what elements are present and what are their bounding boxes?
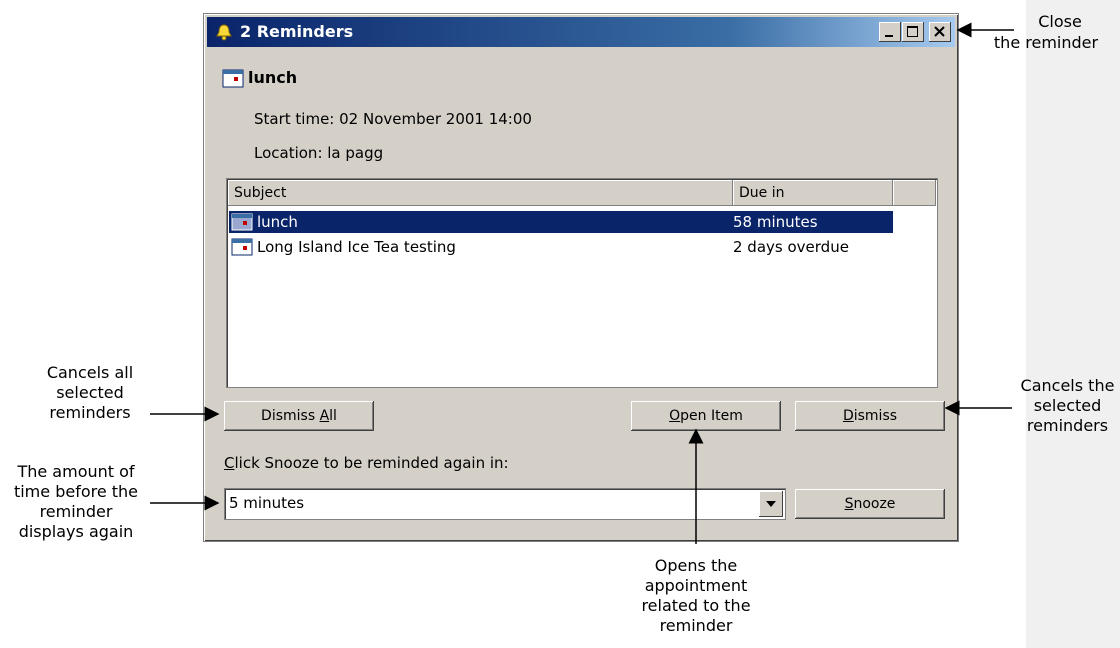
callout-arrows — [150, 22, 1014, 544]
callout-close: Close — [1038, 12, 1082, 31]
callout-dismiss-all: Cancels all selected reminders — [46, 363, 134, 422]
callout-close-2: the reminder — [993, 33, 1099, 52]
callout-open-item: Opens the appointment related to the rem… — [641, 556, 751, 635]
callout-snooze: The amount of time before the reminder d… — [13, 462, 139, 541]
callout-dismiss: Cancels the selected reminders — [1020, 376, 1115, 435]
